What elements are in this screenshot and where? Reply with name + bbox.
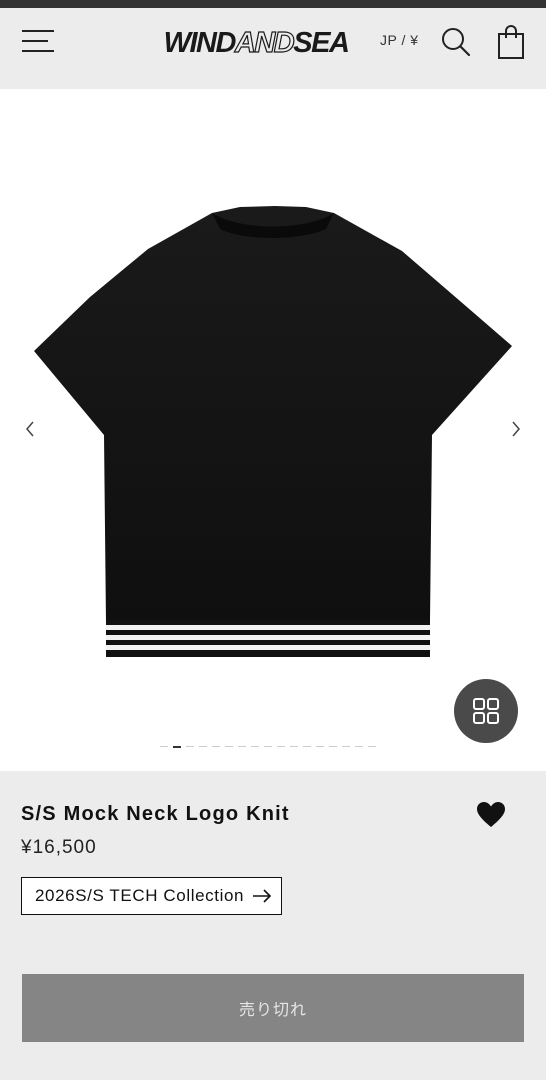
currency-selector[interactable]: JP / ¥ [380, 32, 419, 48]
grid-view-button[interactable] [454, 679, 518, 743]
pagination-dot[interactable] [355, 746, 363, 747]
gallery-pagination[interactable] [160, 746, 376, 748]
pagination-dot[interactable] [212, 746, 220, 747]
pagination-dot[interactable] [199, 746, 207, 747]
chevron-right-icon[interactable] [506, 417, 526, 441]
logo-text-wind: WIND [163, 26, 237, 59]
pagination-dot[interactable] [368, 746, 376, 747]
logo-text-sea: SEA [293, 26, 350, 59]
arrow-right-icon [252, 889, 272, 903]
menu-icon[interactable] [22, 30, 54, 52]
product-title: S/S Mock Neck Logo Knit [21, 803, 290, 825]
sold-out-button[interactable]: 売り切れ [22, 974, 524, 1042]
search-icon[interactable] [440, 26, 472, 58]
top-status-bar [0, 0, 546, 8]
collection-label: 2026S/S TECH Collection [35, 886, 245, 905]
pagination-dot[interactable] [277, 746, 285, 747]
brand-logo[interactable]: WIND AND SEA [160, 26, 352, 60]
logo-text-and: AND [234, 26, 295, 59]
product-gallery[interactable] [0, 89, 546, 771]
pagination-dot[interactable] [264, 746, 272, 747]
pagination-dot[interactable] [160, 746, 168, 747]
pagination-dot[interactable] [186, 746, 194, 747]
chevron-left-icon[interactable] [20, 417, 40, 441]
collection-link[interactable]: 2026S/S TECH Collection [21, 877, 283, 915]
product-price: ¥16,500 [21, 837, 97, 858]
grid-icon [473, 698, 499, 724]
pagination-dot[interactable] [290, 746, 298, 747]
product-info: S/S Mock Neck Logo Knit ¥16,500 2026S/S … [0, 771, 546, 1080]
pagination-dot[interactable] [173, 746, 181, 748]
pagination-dot[interactable] [225, 746, 233, 747]
pagination-dot[interactable] [329, 746, 337, 747]
pagination-dot[interactable] [303, 746, 311, 747]
pagination-dot[interactable] [251, 746, 259, 747]
pagination-dot[interactable] [238, 746, 246, 747]
pagination-dot[interactable] [342, 746, 350, 747]
shopping-bag-icon[interactable] [496, 24, 526, 60]
heart-icon[interactable] [476, 801, 506, 829]
pagination-dot[interactable] [316, 746, 324, 747]
site-header: WIND AND SEA JP / ¥ [0, 8, 546, 89]
product-image [30, 201, 516, 661]
